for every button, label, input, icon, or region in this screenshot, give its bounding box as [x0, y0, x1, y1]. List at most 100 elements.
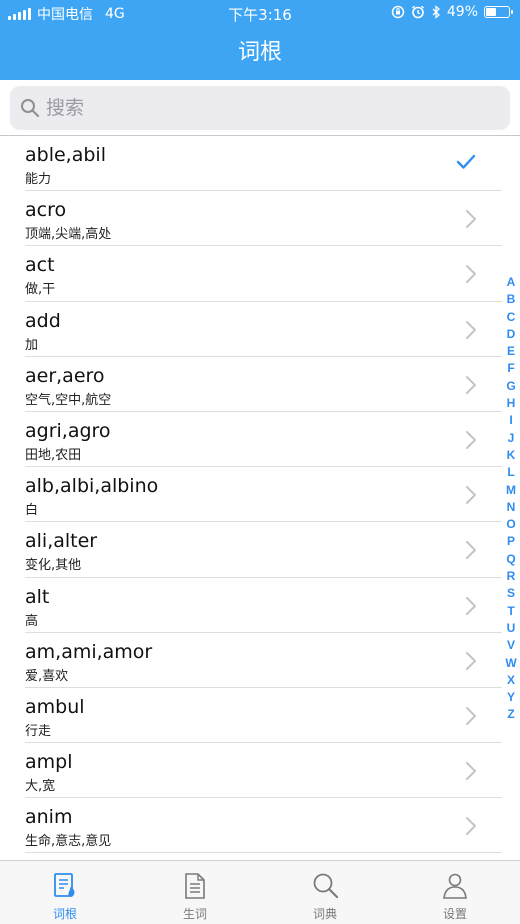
alphabet-index[interactable]: ABCDEFGHIJKLMNOPQRSTUVWXYZ — [502, 274, 520, 724]
root-list: able,abil 能力 acro 顶端,尖端,高处 act 做,干 add 加 aer,aer… — [0, 136, 502, 860]
root-term: am,ami,amor — [25, 640, 153, 663]
list-item[interactable]: am,ami,amor 爱,喜欢 — [25, 633, 502, 688]
index-letter[interactable]: F — [502, 360, 520, 377]
index-letter[interactable]: Q — [502, 551, 520, 568]
list-item[interactable]: acro 顶端,尖端,高处 — [25, 191, 502, 247]
root-meaning: 加 — [25, 337, 39, 353]
chevron-right-icon — [466, 706, 476, 725]
list-item[interactable]: ambul 行走 — [25, 688, 502, 744]
root-term: ambul — [25, 695, 85, 718]
user-icon — [443, 873, 467, 899]
index-letter[interactable]: X — [502, 672, 520, 689]
list-item[interactable]: alb,albi,albino 白 — [25, 467, 502, 523]
rotation-lock-icon — [391, 5, 405, 19]
roots-icon — [54, 873, 75, 897]
tab-label: 词根 — [52, 907, 77, 921]
list-item[interactable]: act 做,干 — [25, 246, 502, 302]
root-meaning: 大,宽 — [25, 779, 56, 795]
document-icon — [185, 873, 205, 899]
chevron-right-icon — [466, 430, 476, 449]
tab-bar: 词根 生词 词典 设置 — [0, 860, 520, 924]
root-meaning: 能力 — [25, 172, 52, 187]
index-letter[interactable]: S — [502, 585, 520, 602]
index-letter[interactable]: P — [502, 533, 520, 550]
index-letter[interactable]: Y — [502, 689, 520, 706]
list-item[interactable]: anim 生命,意志,意见 — [25, 798, 502, 854]
tab-1[interactable]: 生词 — [130, 861, 260, 924]
tab-3[interactable]: 设置 — [390, 861, 520, 924]
root-meaning: 做,干 — [25, 282, 56, 298]
search-field[interactable] — [10, 86, 510, 130]
root-term: agri,agro — [25, 419, 111, 442]
list-item[interactable]: ali,alter 变化,其他 — [25, 522, 502, 578]
root-term: acro — [25, 199, 67, 222]
chevron-right-icon — [466, 486, 476, 505]
index-letter[interactable]: M — [502, 482, 520, 499]
list-item[interactable]: alt 高 — [25, 578, 502, 633]
tab-label: 设置 — [442, 907, 467, 921]
list-item[interactable]: able,abil 能力 — [25, 136, 502, 192]
list-item[interactable]: ampl 大,宽 — [25, 743, 502, 799]
list-item[interactable]: agri,agro 田地,农田 — [25, 412, 502, 468]
status-bar: 中国电信 4G 下午3:16 49% — [0, 0, 520, 26]
bluetooth-icon — [432, 5, 440, 19]
checkmark-icon — [456, 154, 476, 169]
root-meaning: 高 — [25, 613, 39, 629]
tab-2[interactable]: 词典 — [260, 861, 390, 924]
search-input[interactable] — [46, 86, 486, 130]
search-icon — [21, 99, 40, 118]
chevron-right-icon — [466, 762, 476, 781]
root-term: alt — [25, 585, 50, 608]
chevron-right-icon — [466, 596, 476, 615]
index-letter[interactable]: B — [502, 291, 520, 308]
tab-0[interactable]: 词根 — [0, 861, 130, 924]
chevron-right-icon — [466, 320, 476, 339]
index-letter[interactable]: N — [502, 499, 520, 516]
root-meaning: 白 — [25, 503, 39, 519]
index-letter[interactable]: D — [502, 326, 520, 343]
alarm-icon — [411, 5, 424, 19]
index-letter[interactable]: T — [502, 603, 520, 620]
page-title: 词根 — [237, 40, 282, 65]
index-letter[interactable]: J — [502, 430, 520, 447]
root-meaning: 变化,其他 — [25, 558, 82, 574]
chevron-right-icon — [466, 651, 476, 670]
root-meaning: 生命,意志,意见 — [25, 834, 112, 850]
chevron-right-icon — [466, 375, 476, 394]
chevron-right-icon — [466, 541, 476, 560]
index-letter[interactable]: R — [502, 568, 520, 585]
list-item[interactable]: add 加 — [25, 302, 502, 357]
status-right: 49% — [391, 4, 513, 20]
root-meaning: 田地,农田 — [25, 447, 82, 463]
root-term: alb,albi,albino — [25, 475, 159, 498]
battery-percent: 49% — [446, 4, 478, 20]
index-letter[interactable]: C — [502, 309, 520, 326]
index-letter[interactable]: G — [502, 378, 520, 395]
root-term: ampl — [25, 751, 73, 774]
root-meaning: 爱,喜欢 — [25, 668, 69, 684]
root-term: anim — [25, 806, 73, 829]
index-letter[interactable]: U — [502, 620, 520, 637]
index-letter[interactable]: O — [502, 516, 520, 533]
chevron-right-icon — [466, 817, 476, 836]
chevron-right-icon — [466, 265, 476, 284]
index-letter[interactable]: H — [502, 395, 520, 412]
root-meaning: 空气,空中,航空 — [25, 392, 112, 408]
index-letter[interactable]: L — [502, 464, 520, 481]
index-letter[interactable]: Z — [502, 706, 520, 723]
tab-label: 生词 — [182, 907, 207, 921]
root-term: able,abil — [25, 144, 106, 166]
index-letter[interactable]: A — [502, 274, 520, 291]
root-meaning: 顶端,尖端,高处 — [25, 227, 112, 243]
root-term: ali,alter — [25, 530, 98, 553]
index-letter[interactable]: I — [502, 412, 520, 429]
chevron-right-icon — [466, 210, 476, 229]
index-letter[interactable]: W — [502, 655, 520, 672]
index-letter[interactable]: V — [502, 637, 520, 654]
list-item[interactable]: aer,aero 空气,空中,航空 — [25, 357, 502, 412]
root-meaning: 行走 — [25, 723, 52, 739]
root-term: act — [25, 254, 55, 277]
index-letter[interactable]: K — [502, 447, 520, 464]
battery-icon — [484, 6, 513, 18]
index-letter[interactable]: E — [502, 343, 520, 360]
